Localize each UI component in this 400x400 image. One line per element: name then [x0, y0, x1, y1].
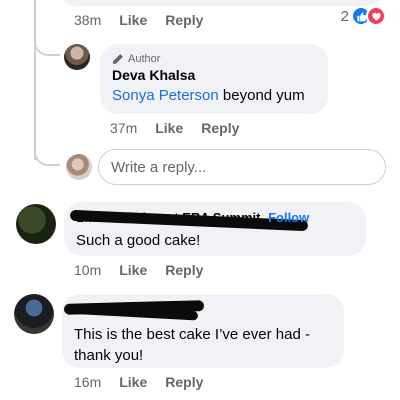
author-badge-label: Author	[128, 53, 161, 65]
commenter-name[interactable]: Deva Khalsa	[112, 66, 316, 85]
previous-comment-bubble	[62, 0, 382, 6]
avatar[interactable]	[64, 44, 90, 70]
comment-actions: 37m Like Reply	[110, 120, 257, 136]
comment-text: This is the best cake I’ve ever had - th…	[74, 326, 310, 364]
comment-text-body: beyond yum	[218, 87, 305, 104]
comment-time: 16m	[74, 374, 102, 390]
reply-link[interactable]: Reply	[165, 12, 203, 28]
reply-input[interactable]	[98, 149, 386, 185]
comment-text: Sonya Peterson beyond yum	[112, 85, 316, 106]
mention-link[interactable]: Sonya Peterson	[112, 87, 219, 104]
comment-bubble: Laurel Realtor at ERA Summit Follow Such…	[64, 202, 366, 256]
like-link[interactable]: Like	[119, 262, 147, 278]
comment-actions: 10m Like Reply	[74, 262, 221, 278]
like-link[interactable]: Like	[119, 374, 147, 390]
thread-connector	[34, 130, 60, 166]
current-user-avatar	[66, 154, 92, 180]
follow-link[interactable]: Follow	[268, 210, 309, 225]
like-link[interactable]: Like	[155, 120, 183, 136]
reply-link[interactable]: Reply	[165, 262, 203, 278]
comment-text: Such a good cake!	[76, 232, 201, 249]
reaction-summary[interactable]: 2	[341, 6, 386, 26]
pen-icon	[113, 54, 123, 64]
commenter-header	[63, 300, 332, 321]
comment-time: 38m	[74, 12, 102, 28]
thread-connector	[34, 22, 60, 56]
reaction-count: 2	[340, 7, 349, 25]
commenter-header: Laurel Realtor at ERA Summit Follow	[69, 208, 354, 232]
avatar[interactable]	[16, 204, 56, 244]
reply-link[interactable]: Reply	[201, 120, 239, 136]
previous-comment-actions: 38m Like Reply	[74, 12, 221, 28]
avatar[interactable]	[14, 294, 54, 334]
comment-bubble: This is the best cake I’ve ever had - th…	[62, 294, 344, 368]
love-reaction-icon	[366, 6, 386, 26]
like-link[interactable]: Like	[119, 12, 147, 28]
comment-bubble: Author Deva Khalsa Sonya Peterson beyond…	[100, 44, 328, 114]
author-badge: Author	[112, 52, 316, 66]
reply-link[interactable]: Reply	[165, 374, 203, 390]
comment-time: 37m	[110, 120, 138, 136]
comment-time: 10m	[74, 262, 102, 278]
comment-actions: 16m Like Reply	[74, 374, 221, 390]
